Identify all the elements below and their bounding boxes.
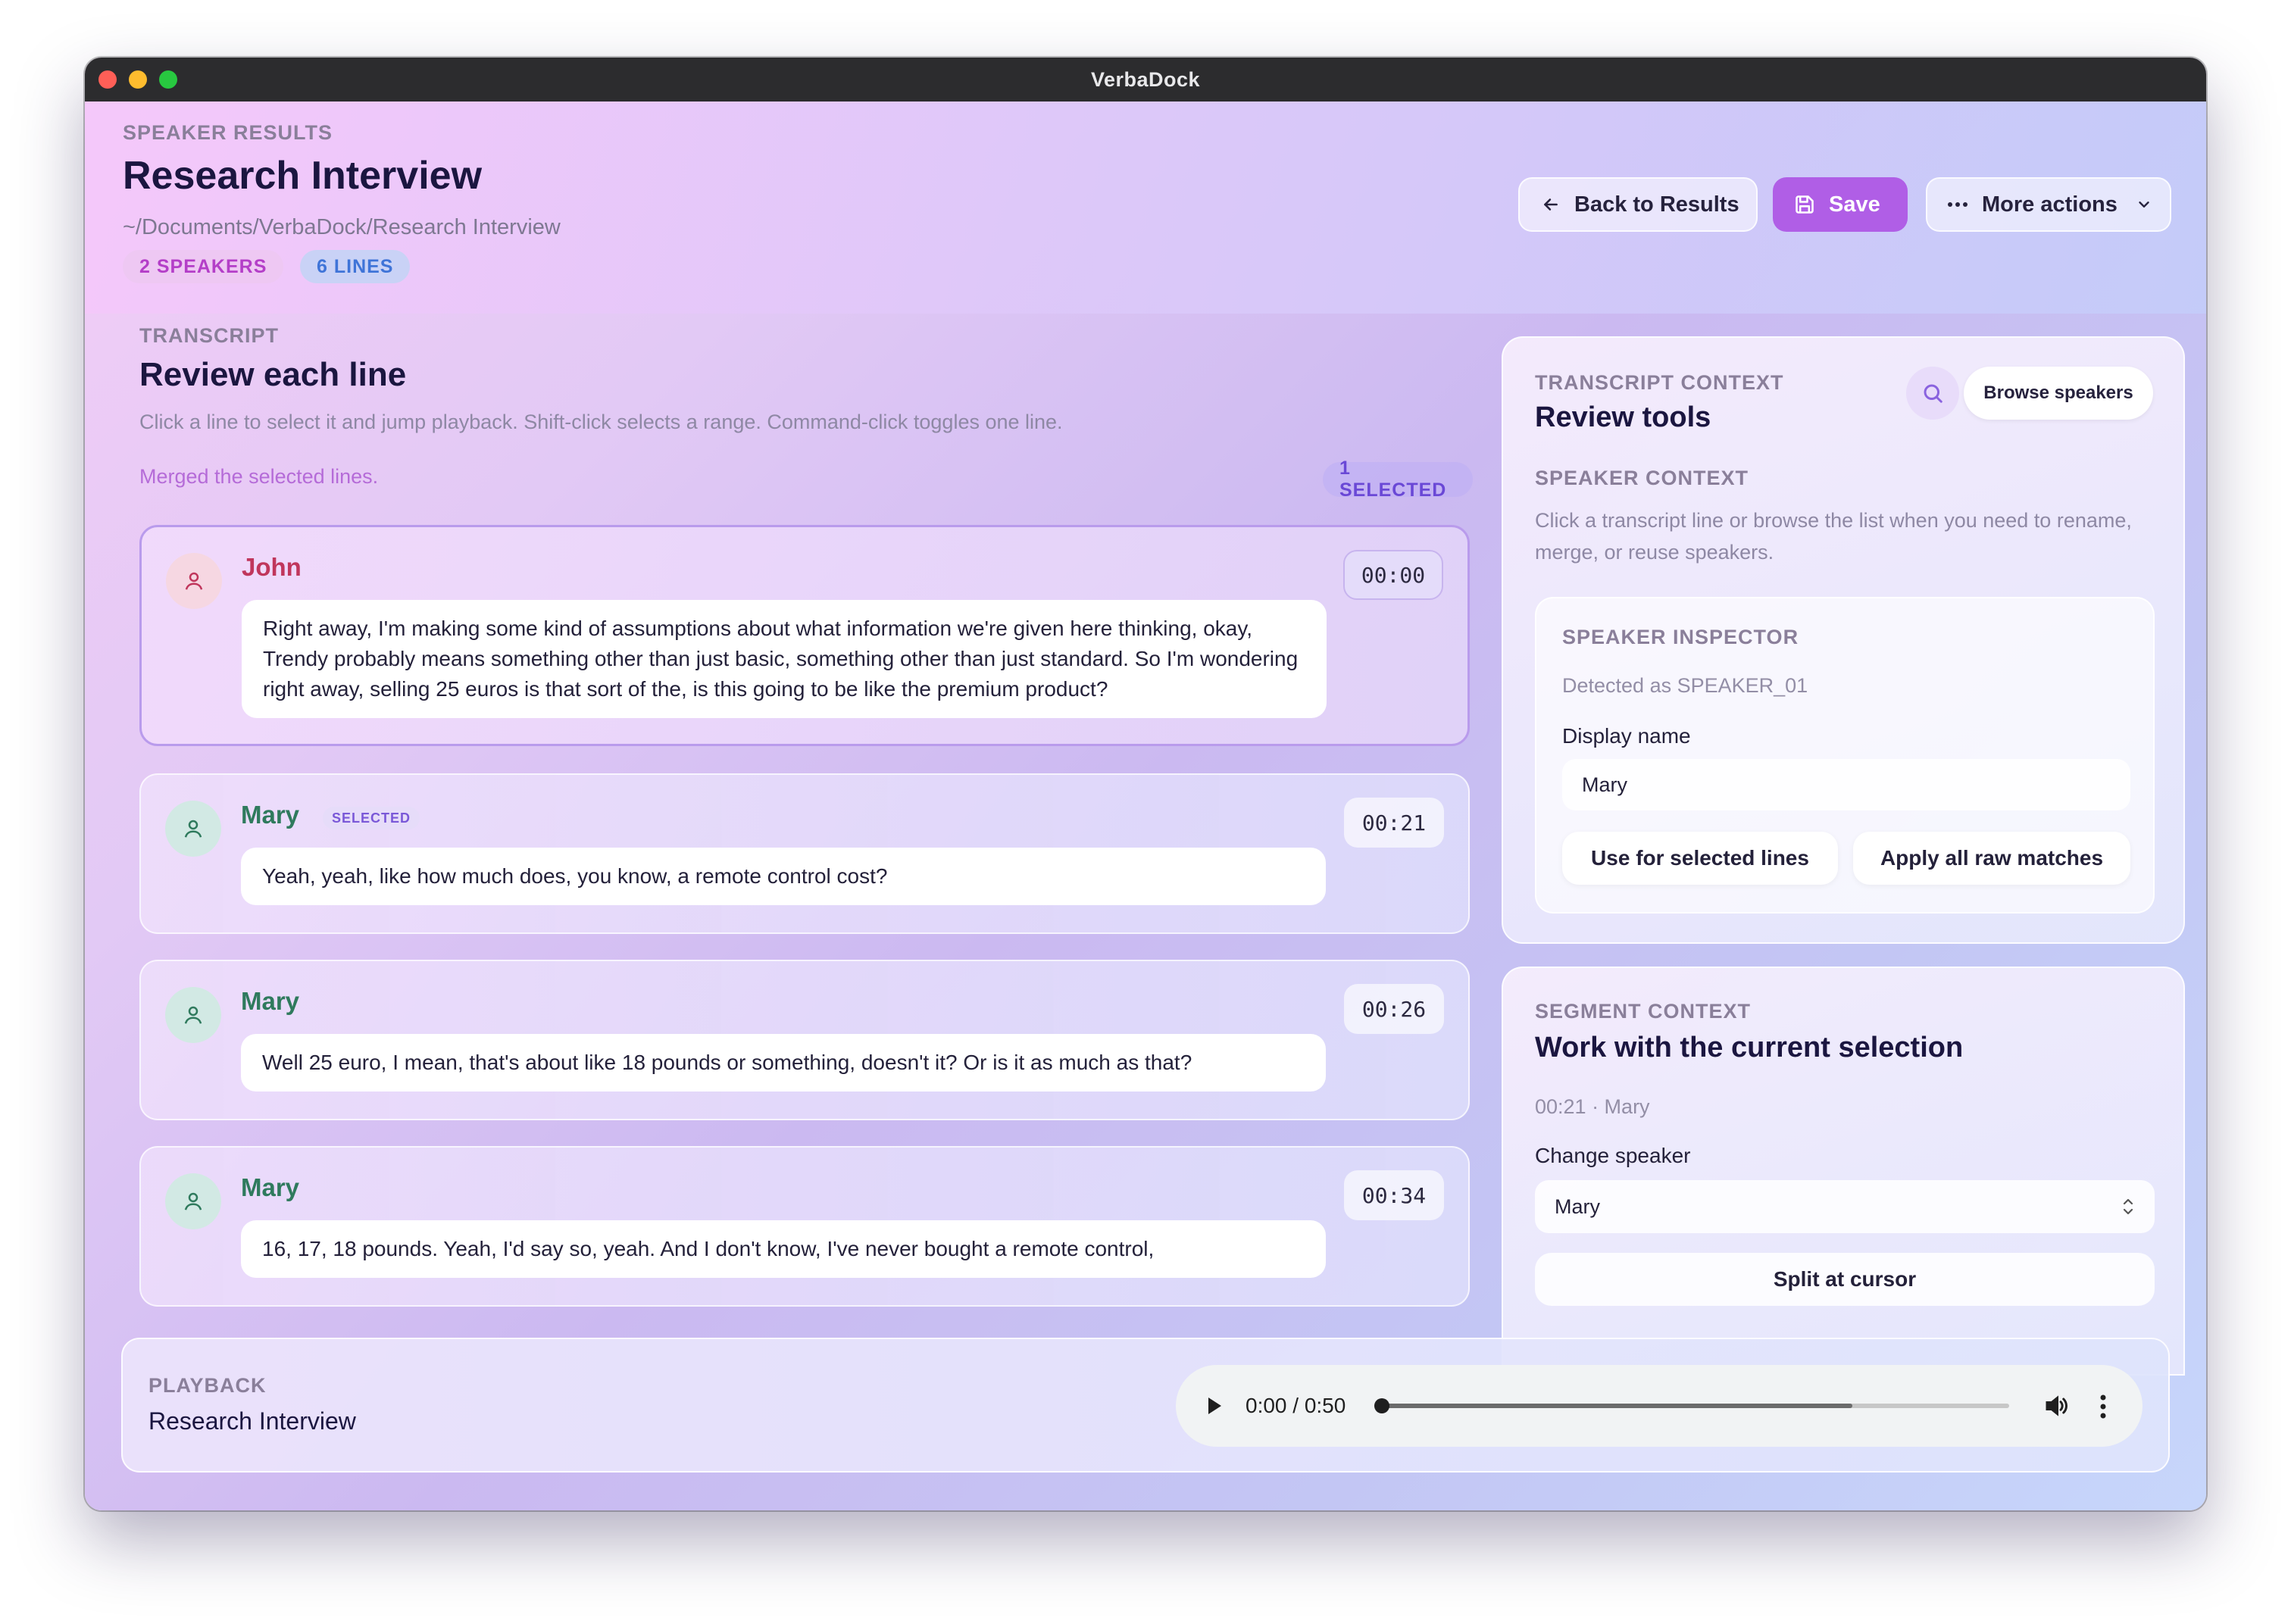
volume-icon [2046,1395,2068,1416]
context-title: Review tools [1535,401,1711,433]
transcript-kicker: TRANSCRIPT [139,324,279,347]
inspector-kicker: SPEAKER INSPECTOR [1562,626,1799,648]
back-to-results-button[interactable]: Back to Results [1518,177,1758,232]
status-message: Merged the selected lines. [139,465,379,488]
minimize-window-button[interactable] [129,70,147,89]
transcript-line[interactable]: Mary SELECTED 00:21 Yeah, yeah, like how… [139,773,1470,934]
vertical-ellipsis-icon [2100,1394,2106,1419]
segment-meta: 00:21 · Mary [1535,1095,1650,1118]
back-button-label: Back to Results [1574,192,1739,217]
speaker-avatar [166,553,222,609]
play-icon [1208,1398,1221,1414]
speaker-context-kicker: SPEAKER CONTEXT [1535,467,1749,489]
speaker-avatar [165,1173,221,1229]
apply-all-raw-matches-button[interactable]: Apply all raw matches [1853,832,2130,885]
line-text[interactable]: Yeah, yeah, like how much does, you know… [241,848,1326,905]
more-actions-button[interactable]: More actions [1926,177,2171,232]
player-options-button[interactable] [2099,1394,2108,1423]
timestamp-button[interactable]: 00:21 [1344,798,1444,848]
page-header: SPEAKER RESULTS Research Interview ~/Doc… [85,102,2206,314]
segment-context-panel: SEGMENT CONTEXT Work with the current se… [1502,967,2185,1376]
audio-player: 0:00 / 0:50 [1176,1365,2143,1447]
close-window-button[interactable] [98,70,117,89]
zoom-window-button[interactable] [159,70,177,89]
timestamp-button[interactable]: 00:34 [1344,1170,1444,1220]
selected-tag: SELECTED [323,807,420,829]
ellipsis-icon [1947,201,1968,208]
play-button[interactable] [1205,1395,1224,1420]
line-text[interactable]: 16, 17, 18 pounds. Yeah, I'd say so, yea… [241,1220,1326,1278]
user-icon [185,572,203,590]
project-path: ~/Documents/VerbaDock/Research Interview [123,215,561,239]
detected-speaker-id: Detected as SPEAKER_01 [1562,674,1808,697]
arrow-left-icon [1541,195,1561,214]
timestamp-button[interactable]: 00:00 [1343,550,1443,600]
timestamp-button[interactable]: 00:26 [1344,984,1444,1034]
speaker-context-help: Click a transcript line or browse the li… [1535,509,2132,564]
search-icon [1924,384,1943,403]
user-icon [184,820,202,838]
header-kicker: SPEAKER RESULTS [123,121,333,144]
speaker-name: John [242,553,302,581]
save-button-label: Save [1829,192,1880,217]
line-text[interactable]: Right away, I'm making some kind of assu… [242,600,1327,718]
app-window: VerbaDock SPEAKER RESULTS Research Inter… [85,58,2206,1510]
save-button[interactable]: Save [1773,177,1908,232]
transcript-context-panel: TRANSCRIPT CONTEXT Review tools Browse s… [1502,336,2185,944]
speaker-name: Mary [241,1173,300,1201]
buffered-range [1380,1404,1852,1408]
speakers-count-badge: 2 SPEAKERS [123,250,284,283]
window-title: VerbaDock [1090,67,1201,91]
context-kicker: TRANSCRIPT CONTEXT [1535,371,1784,394]
user-icon [184,1006,202,1024]
speaker-avatar [165,801,221,857]
user-icon [184,1192,202,1210]
seek-bar[interactable] [1380,1404,2009,1408]
more-actions-label: More actions [1982,192,2118,217]
speaker-name: Mary [241,801,300,829]
browse-speakers-button[interactable]: Browse speakers [1964,367,2153,420]
chevron-down-icon [2136,196,2152,213]
speaker-inspector: SPEAKER INSPECTOR Detected as SPEAKER_01… [1535,597,2155,914]
page-title: Research Interview [123,154,483,198]
split-at-cursor-button[interactable]: Split at cursor [1535,1253,2155,1306]
segment-title: Work with the current selection [1535,1032,1964,1063]
segment-kicker: SEGMENT CONTEXT [1535,1000,1752,1023]
volume-button[interactable] [2043,1392,2070,1423]
transcript-help: Click a line to select it and jump playb… [139,411,1063,433]
playback-time: 0:00 / 0:50 [1246,1394,1346,1417]
transcript-line[interactable]: Mary 00:26 Well 25 euro, I mean, that's … [139,960,1470,1120]
transcript-title: Review each line [139,356,407,393]
speaker-avatar [165,987,221,1043]
search-speakers-button[interactable] [1906,367,1959,420]
window-controls [98,70,177,89]
playback-bar: PLAYBACK Research Interview 0:00 / 0:50 [121,1338,2170,1473]
selected-count-badge: 1 SELECTED [1323,458,1473,501]
change-speaker-label: Change speaker [1535,1144,1691,1167]
line-text[interactable]: Well 25 euro, I mean, that's about like … [241,1034,1326,1092]
change-speaker-select[interactable]: Mary [1535,1180,2155,1233]
use-for-selected-lines-button[interactable]: Use for selected lines [1562,832,1838,885]
display-name-label: Display name [1562,724,1691,748]
transcript-line[interactable]: Mary 00:34 16, 17, 18 pounds. Yeah, I'd … [139,1146,1470,1307]
change-speaker-value: Mary [1555,1195,1600,1218]
title-bar: VerbaDock [85,58,2206,102]
select-arrows-icon [2121,1197,2135,1222]
floppy-disk-icon [1794,194,1815,215]
playback-kicker: PLAYBACK [148,1374,267,1397]
transcript-line[interactable]: John 00:00 Right away, I'm making some k… [139,525,1470,746]
lines-count-badge: 6 LINES [300,250,411,283]
seek-handle[interactable] [1374,1398,1389,1413]
playback-title: Research Interview [148,1407,356,1435]
speaker-name: Mary [241,987,300,1015]
display-name-field[interactable] [1562,759,2130,810]
